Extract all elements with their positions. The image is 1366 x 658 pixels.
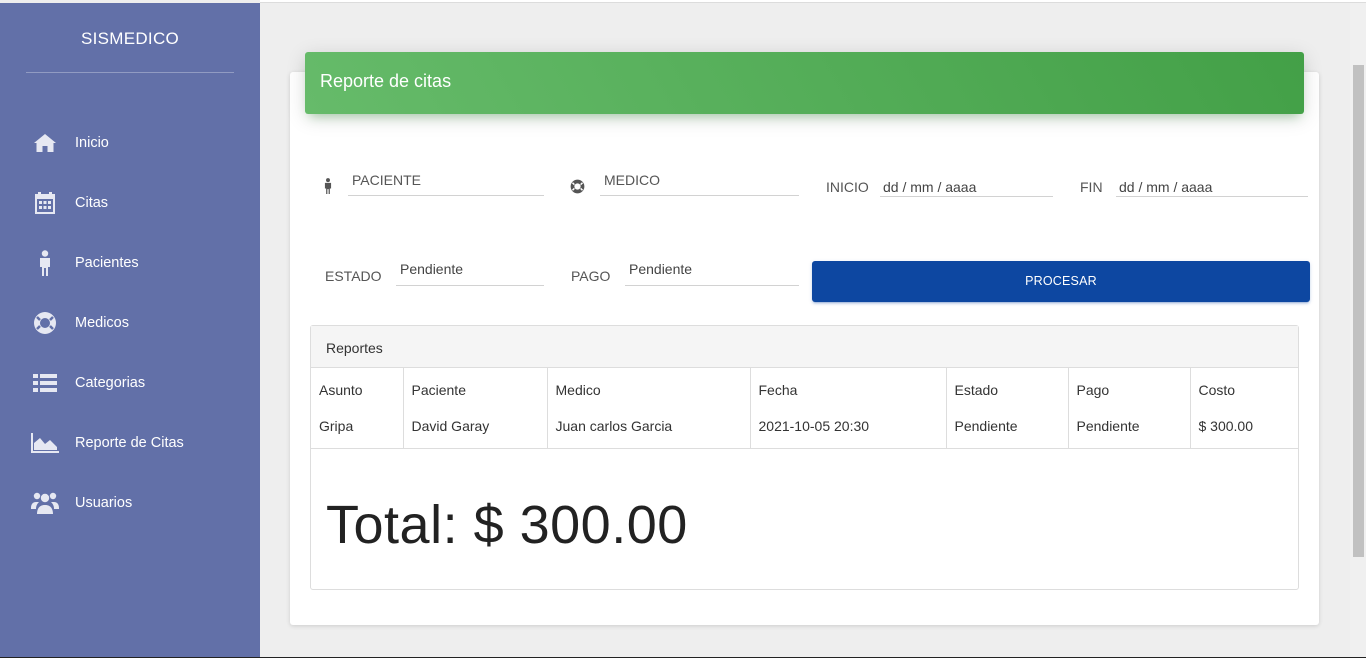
estado-select-underline (396, 285, 544, 286)
paciente-input-underline (348, 195, 544, 196)
sidebar-item-label: Usuarios (75, 495, 133, 511)
sidebar-item-reporte-citas[interactable]: Reporte de Citas (0, 413, 260, 473)
column-header: Estado (945, 368, 1068, 410)
sidebar-item-categorias[interactable]: Categorias (0, 353, 260, 413)
table-cell: 2021-10-05 20:30 (749, 410, 946, 448)
scrollbar-thumb[interactable] (1353, 65, 1364, 557)
table-cell: Pendiente (1067, 410, 1190, 448)
table-header-row: Asunto Paciente Medico Fecha Estado Pago… (311, 368, 1298, 410)
procesar-button[interactable]: PROCESAR (812, 261, 1310, 302)
column-header: Pago (1067, 368, 1190, 410)
brand-title[interactable]: SISMEDICO (0, 29, 260, 49)
top-strip (260, 0, 1366, 3)
inicio-date-input[interactable]: dd / mm / aaaa (883, 179, 976, 195)
sidebar-item-inicio[interactable]: Inicio (0, 113, 260, 173)
reports-panel: Reportes Asunto Paciente Medico Fecha Es… (310, 325, 1299, 590)
column-header: Asunto (319, 382, 363, 398)
inicio-input-underline (880, 196, 1053, 197)
life-ring-icon (31, 309, 59, 337)
fin-date-input[interactable]: dd / mm / aaaa (1119, 179, 1212, 195)
page-scrollbar[interactable] (1350, 3, 1366, 658)
sidebar: SISMEDICO Inicio Citas Pacientes Medicos (0, 3, 260, 658)
person-icon (31, 249, 59, 277)
medico-input-underline (600, 195, 799, 196)
card-header: Reporte de citas (305, 52, 1304, 114)
card-title: Reporte de citas (320, 71, 452, 91)
fin-input-underline (1116, 196, 1308, 197)
paciente-input[interactable]: PACIENTE (352, 172, 421, 188)
table-cell: $ 300.00 (1189, 410, 1298, 448)
panel-heading: Reportes (311, 326, 1298, 368)
estado-label: ESTADO (325, 268, 382, 284)
reports-table: Asunto Paciente Medico Fecha Estado Pago… (311, 368, 1298, 449)
column-header: Fecha (749, 368, 946, 410)
fin-label: FIN (1080, 179, 1103, 195)
medico-input[interactable]: MEDICO (604, 172, 660, 188)
sidebar-item-citas[interactable]: Citas (0, 173, 260, 233)
inicio-label: INICIO (826, 179, 869, 195)
area-chart-icon (31, 429, 59, 457)
table-cell: Gripa (319, 418, 354, 434)
sidebar-nav: Inicio Citas Pacientes Medicos Categoria… (0, 113, 260, 533)
users-icon (31, 489, 59, 517)
sidebar-item-label: Pacientes (75, 255, 139, 271)
table-row: Gripa David Garay Juan carlos Garcia 202… (311, 410, 1298, 448)
list-icon (31, 369, 59, 397)
estado-select[interactable]: Pendiente (400, 261, 463, 277)
life-ring-icon (570, 179, 585, 199)
table-cell: David Garay (402, 410, 547, 448)
column-header: Paciente (402, 368, 547, 410)
sidebar-item-label: Citas (75, 195, 109, 211)
sidebar-item-label: Reporte de Citas (75, 435, 184, 451)
pago-select-underline (625, 285, 799, 286)
pago-label: PAGO (571, 268, 611, 284)
sidebar-item-medicos[interactable]: Medicos (0, 293, 260, 353)
sidebar-item-label: Medicos (75, 315, 129, 331)
person-icon (323, 178, 333, 199)
sidebar-item-label: Inicio (75, 135, 109, 151)
calendar-icon (31, 189, 59, 217)
table-cell: Pendiente (945, 410, 1068, 448)
sidebar-item-label: Categorias (75, 375, 146, 391)
brand-divider (26, 72, 234, 73)
sidebar-item-pacientes[interactable]: Pacientes (0, 233, 260, 293)
sidebar-item-usuarios[interactable]: Usuarios (0, 473, 260, 533)
table-cell: Juan carlos Garcia (546, 410, 750, 448)
column-header: Medico (546, 368, 750, 410)
pago-select[interactable]: Pendiente (629, 261, 692, 277)
column-header: Costo (1189, 368, 1298, 410)
home-icon (31, 129, 59, 157)
total-amount: Total: $ 300.00 (326, 495, 688, 555)
panel-title: Reportes (326, 340, 383, 356)
